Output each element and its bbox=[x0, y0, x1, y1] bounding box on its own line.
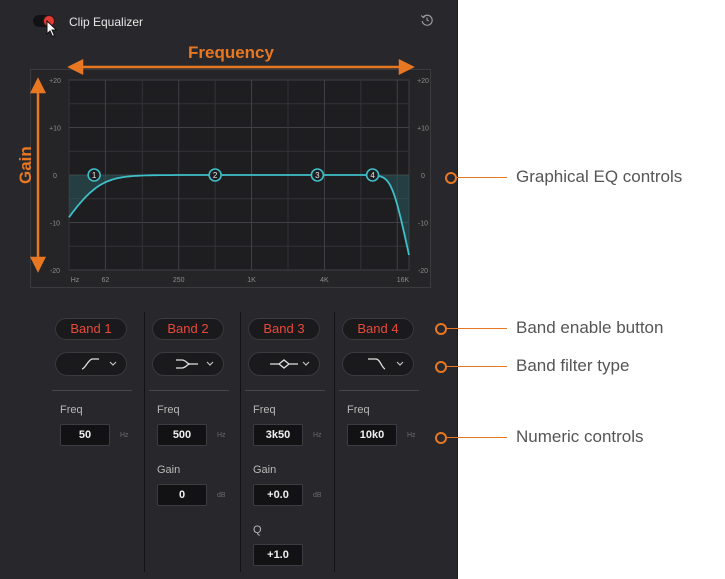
annotation-arrows bbox=[29, 58, 415, 273]
callout-dot bbox=[445, 172, 457, 184]
callout-line bbox=[447, 366, 507, 367]
numeric-controls-callout: Numeric controls bbox=[516, 427, 644, 446]
graphical-eq-callout: Graphical EQ controls bbox=[516, 167, 683, 186]
frequency-annotation: Frequency bbox=[188, 43, 274, 62]
callout-line bbox=[447, 328, 507, 329]
band-enable-callout: Band enable button bbox=[516, 318, 664, 337]
gain-annotation: Gain bbox=[16, 146, 35, 184]
filter-type-callout: Band filter type bbox=[516, 356, 630, 375]
callout-line bbox=[447, 437, 507, 438]
callout-dot bbox=[435, 432, 447, 444]
callout-dot bbox=[435, 323, 447, 335]
callout-dot bbox=[435, 361, 447, 373]
callout-line bbox=[457, 177, 507, 178]
